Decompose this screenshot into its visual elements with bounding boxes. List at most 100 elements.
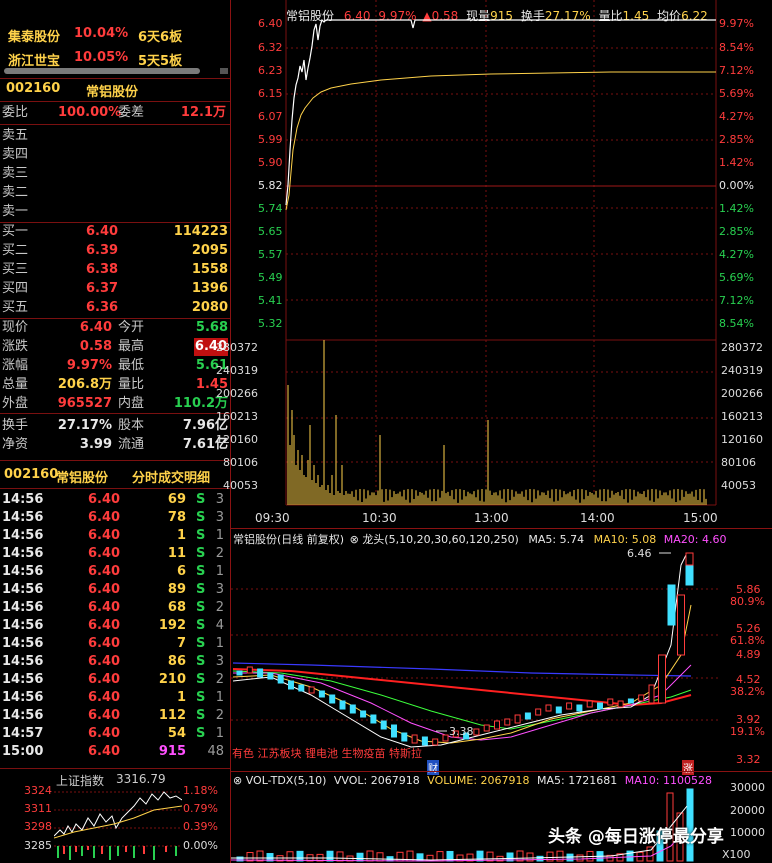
tick-row[interactable]: 14:56 6.40 89 S 3	[0, 581, 230, 599]
daily-volume-bar	[536, 855, 544, 862]
tick-price: 6.40	[88, 546, 121, 561]
sell-row[interactable]: 卖二	[0, 184, 230, 202]
divider	[0, 101, 230, 102]
tick-row[interactable]: 15:00 6.40 915 48	[0, 743, 230, 761]
tick-row[interactable]: 14:56 6.40 1 S 1	[0, 527, 230, 545]
quote-label: 今开	[118, 320, 145, 335]
index-mini-chart[interactable]: 上证指数 3316.79 3324 3311 3298 3285 1.18% 0…	[0, 770, 230, 863]
hot-board[interactable]: 集泰股份 10.04% 6天6板 浙江世宝 10.05% 5天5板	[0, 0, 230, 78]
tick-row[interactable]: 14:56 6.40 192 S 4	[0, 617, 230, 635]
candle	[246, 666, 253, 674]
daily-volume-bar	[376, 852, 384, 862]
tick-row[interactable]: 14:56 6.40 1 S 1	[0, 689, 230, 707]
index-axis-r: 0.79%	[183, 802, 218, 815]
tick-direction: S	[196, 546, 206, 561]
tick-row[interactable]: 14:56 6.40 78 S 3	[0, 509, 230, 527]
daily-high-label: 6.46	[627, 547, 652, 560]
tick-time: 14:57	[2, 726, 44, 741]
buy-volume: 2095	[191, 243, 228, 258]
tick-direction: S	[196, 582, 206, 597]
divider	[0, 768, 230, 769]
index-axis-l: 3285	[24, 839, 52, 852]
tick-row[interactable]: 14:56 6.40 11 S 2	[0, 545, 230, 563]
tick-time: 14:56	[2, 546, 44, 561]
tick-volume: 6	[176, 564, 186, 579]
tick-count: 1	[215, 726, 224, 741]
tick-time: 14:56	[2, 510, 44, 525]
sell-row[interactable]: 卖四	[0, 146, 230, 164]
quote-label: 净资	[2, 437, 29, 452]
tick-volume: 54	[167, 726, 186, 741]
candle	[524, 712, 531, 720]
ticks-name: 常铝股份	[56, 471, 109, 486]
buy-row[interactable]: 买二 6.39 2095	[0, 242, 230, 260]
quote-label: 股本	[118, 418, 145, 433]
finance-marker[interactable]: 财	[427, 760, 439, 775]
daily-kline-chart[interactable]: 6.46 3.38	[231, 545, 772, 770]
buy-row[interactable]: 买一 6.40 114223	[0, 223, 230, 241]
daily-volume-bar	[356, 852, 364, 862]
sell-row[interactable]: 卖三	[0, 165, 230, 183]
ticks-code: 002160	[4, 467, 59, 482]
index-axis-l: 3324	[24, 784, 52, 797]
tick-price: 6.40	[88, 690, 121, 705]
buy-row[interactable]: 买三 6.38 1558	[0, 261, 230, 279]
tick-count: 48	[207, 744, 224, 759]
tick-time: 14:56	[2, 528, 44, 543]
tick-row[interactable]: 14:56 6.40 6 S 1	[0, 563, 230, 581]
tick-time: 14:56	[2, 618, 44, 633]
hot-name-2[interactable]: 浙江世宝	[8, 50, 60, 69]
tick-price: 6.40	[88, 708, 121, 723]
candle	[576, 704, 583, 712]
quote-value: 965527	[57, 396, 112, 411]
candle	[329, 694, 336, 704]
tick-row[interactable]: 14:56 6.40 7 S 1	[0, 635, 230, 653]
daily-volume-bar	[576, 854, 584, 862]
tick-row[interactable]: 14:57 6.40 54 S 1	[0, 725, 230, 743]
buy-volume: 1396	[191, 281, 228, 296]
buy-row[interactable]: 买五 6.36 2080	[0, 299, 230, 317]
tick-direction: S	[196, 510, 206, 525]
candle	[411, 734, 418, 744]
hot-name-1[interactable]: 集泰股份	[8, 26, 60, 45]
tick-volume: 210	[158, 672, 186, 687]
tick-time: 14:56	[2, 600, 44, 615]
tick-row[interactable]: 14:56 6.40 68 S 2	[0, 599, 230, 617]
tick-price: 6.40	[88, 564, 121, 579]
index-line	[54, 791, 182, 860]
hot-scrollbar[interactable]	[4, 68, 200, 74]
buy-label: 买四	[2, 281, 29, 296]
index-axis-r: 0.00%	[183, 839, 218, 852]
daily-volume-bar	[286, 851, 294, 862]
sell-label: 卖一	[2, 204, 29, 219]
candle	[685, 564, 694, 586]
buy-row[interactable]: 买四 6.37 1396	[0, 280, 230, 298]
tick-count: 3	[215, 492, 224, 507]
tick-direction: S	[196, 564, 206, 579]
quote-label: 现价	[2, 320, 29, 335]
hot-streak-2: 5天5板	[138, 54, 183, 69]
weibi-row: 委比 100.00% 委差 12.1万	[2, 105, 226, 120]
buy-label: 买一	[2, 224, 29, 239]
tick-row[interactable]: 14:56 6.40 210 S 2	[0, 671, 230, 689]
candle	[586, 700, 593, 708]
quote-label: 外盘	[2, 396, 29, 411]
candle	[257, 668, 264, 678]
sell-row[interactable]: 卖五	[0, 127, 230, 145]
tick-row[interactable]: 14:56 6.40 69 S 3	[0, 491, 230, 509]
tick-direction: S	[196, 636, 206, 651]
sell-row[interactable]: 卖一	[0, 203, 230, 221]
tick-price: 6.40	[88, 510, 121, 525]
tick-count: 1	[215, 528, 224, 543]
intraday-chart[interactable]	[231, 0, 772, 530]
tick-price: 6.40	[88, 618, 121, 633]
tick-row[interactable]: 14:56 6.40 112 S 2	[0, 707, 230, 725]
candle	[370, 714, 377, 724]
tick-row[interactable]: 14:56 6.40 86 S 3	[0, 653, 230, 671]
ticks-title[interactable]: 分时成交明细	[132, 467, 210, 486]
daily-volume-bar	[326, 850, 334, 862]
limit-up-marker[interactable]: 涨	[682, 760, 694, 775]
quote-label: 涨跌	[2, 339, 29, 354]
tick-volume: 1	[176, 528, 186, 543]
candle	[535, 708, 542, 716]
